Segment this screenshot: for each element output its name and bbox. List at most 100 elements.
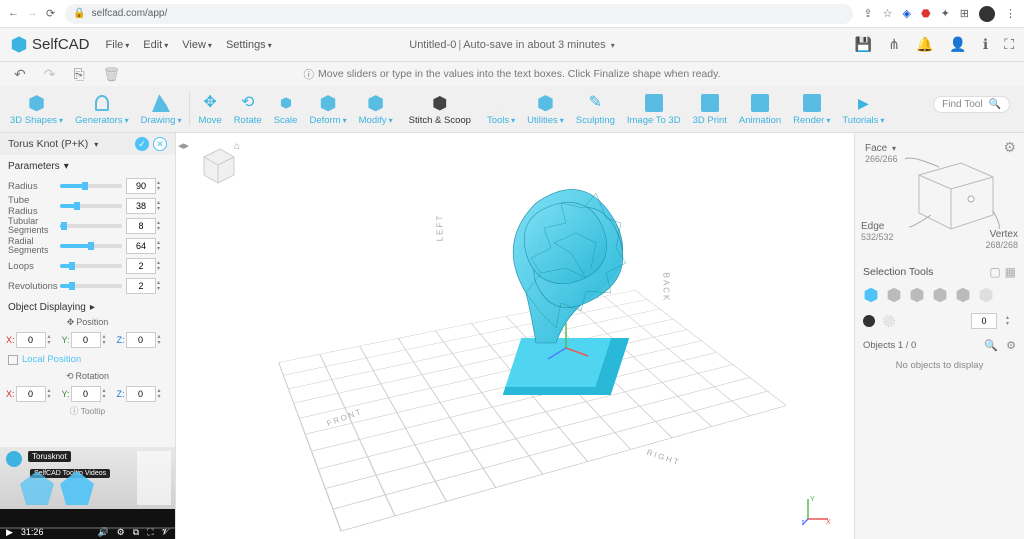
ribbon-modify[interactable]: Modify▾ (353, 90, 399, 128)
search-objects-icon[interactable]: 🔍 (984, 339, 998, 352)
view-cube-gizmo[interactable]: ⌂ (196, 143, 238, 185)
sel-mode-wire[interactable] (886, 287, 902, 303)
url-bar[interactable]: 🔒 selfcad.com/app/ (65, 4, 853, 24)
ext-icon-2[interactable]: ⬣ (921, 7, 931, 20)
radseg-input[interactable] (126, 238, 156, 254)
radius-input[interactable] (126, 178, 156, 194)
radseg-slider[interactable] (60, 244, 122, 248)
sel-mode-edge[interactable] (932, 287, 948, 303)
ribbon-animation[interactable]: Animation (733, 90, 787, 128)
right-panel: ⚙ Face ▾266/266 Edge532/532 Vertex268/26… (854, 133, 1024, 539)
tubseg-input[interactable] (126, 218, 156, 234)
torus-knot-mesh[interactable] (466, 173, 666, 403)
reload-icon[interactable]: ⟳ (46, 7, 55, 20)
vertex-label[interactable]: Vertex268/268 (985, 229, 1018, 251)
back-icon[interactable]: ← (8, 7, 19, 20)
user-icon[interactable]: 👤 (949, 36, 966, 53)
radius-slider[interactable] (60, 184, 122, 188)
ribbon-sculpting[interactable]: ✎Sculpting (570, 90, 621, 128)
vimeo-icon[interactable]: 𝓥 (162, 527, 170, 538)
volume-icon[interactable]: 🔊 (97, 527, 108, 538)
rot-x-input[interactable] (16, 386, 46, 402)
ribbon-deform[interactable]: Deform▾ (303, 90, 352, 128)
ribbon-rotate[interactable]: ⟲Rotate (228, 90, 268, 128)
puzzle-icon[interactable]: ⊞ (960, 7, 969, 20)
save-icon[interactable]: 💾 (855, 36, 872, 53)
ribbon-move[interactable]: ✥Move (192, 90, 227, 128)
brand-logo[interactable]: SelfCAD (10, 36, 90, 54)
profile-avatar[interactable] (979, 6, 995, 22)
ribbon-render[interactable]: Render▾ (787, 90, 836, 128)
menu-view[interactable]: View▾ (182, 39, 212, 51)
ribbon-stitch-scoop[interactable]: Stitch & Scoop (403, 90, 477, 128)
home-icon[interactable]: ⌂ (234, 141, 240, 152)
menu-icon[interactable]: ⋮ (1005, 7, 1016, 20)
undo-icon[interactable]: ↶ (14, 66, 26, 83)
panel-drag-handle[interactable]: ◂▸ (178, 139, 189, 152)
tube-input[interactable] (126, 198, 156, 214)
help-icon[interactable]: ℹ (983, 36, 988, 53)
redo-icon[interactable]: ↷ (44, 66, 56, 83)
ext-icon[interactable]: ◈ (902, 7, 910, 20)
menu-settings[interactable]: Settings▾ (226, 39, 272, 51)
color-black[interactable] (863, 315, 875, 327)
axis-gizmo[interactable]: Y X Z (802, 495, 832, 525)
delete-icon[interactable]: 🗑 (103, 66, 121, 83)
parameters-header[interactable]: Parameters ▾ (0, 155, 175, 176)
share-icon[interactable]: ⋔ (888, 36, 900, 53)
ribbon-tutorials[interactable]: ▶Tutorials▾ (836, 90, 890, 128)
pos-x-input[interactable] (16, 332, 46, 348)
ribbon-drawing[interactable]: Drawing▾ (135, 90, 188, 128)
settings-icon[interactable]: ⚙ (117, 527, 125, 538)
confirm-icon[interactable]: ✓ (135, 137, 149, 151)
menu-edit[interactable]: Edit▾ (143, 39, 168, 51)
bookmark-icon[interactable]: ☆ (883, 7, 893, 20)
fullscreen-icon[interactable]: ⛶ (1004, 36, 1014, 53)
selection-cube-icon[interactable] (901, 155, 1001, 235)
forward-icon[interactable]: → (27, 7, 38, 20)
ribbon-3d-shapes[interactable]: 3D Shapes▾ (4, 90, 69, 128)
object-displaying-header[interactable]: Object Displaying ▸ (0, 296, 175, 315)
extensions-icon[interactable]: ✦ (941, 7, 950, 20)
tube-slider[interactable] (60, 204, 122, 208)
edge-label[interactable]: Edge532/532 (861, 221, 894, 243)
play-icon[interactable]: ▶ (6, 527, 13, 538)
color-pattern[interactable] (883, 315, 895, 327)
sel-mode-face[interactable] (909, 287, 925, 303)
ribbon-tools[interactable]: Tools▾ (481, 90, 521, 128)
face-label[interactable]: Face ▾266/266 (865, 143, 898, 165)
sel-mode-solid[interactable] (863, 287, 879, 303)
ribbon-image-to-3d[interactable]: Image To 3D (621, 90, 687, 128)
ribbon-scale[interactable]: Scale (268, 90, 304, 128)
pip-icon[interactable]: ⧉ (133, 527, 139, 538)
opacity-input[interactable] (971, 313, 997, 329)
copy-icon[interactable]: ⎘ (73, 66, 84, 83)
pos-y-input[interactable] (71, 332, 101, 348)
rev-input[interactable] (126, 278, 156, 294)
panel-settings-icon[interactable]: ⚙ (1003, 139, 1016, 156)
menu-file[interactable]: File▾ (106, 39, 130, 51)
objects-settings-icon[interactable]: ⚙ (1006, 339, 1016, 352)
loops-slider[interactable] (60, 264, 122, 268)
tutorial-video[interactable]: Torusknot SelfCAD Tooltip Videos ▶ 31:26… (0, 447, 175, 539)
ribbon-3d-print[interactable]: 3D Print (687, 90, 733, 128)
rev-slider[interactable] (60, 284, 122, 288)
sel-mode-vertex[interactable] (955, 287, 971, 303)
3d-viewport[interactable]: ◂▸ ⌂ LEFT BACK FRONT RIGHT (176, 133, 854, 539)
tubseg-slider[interactable] (60, 224, 122, 228)
share-icon[interactable]: ⇪ (863, 7, 872, 20)
ribbon-utilities[interactable]: Utilities▾ (521, 90, 570, 128)
cancel-icon[interactable]: ✕ (153, 137, 167, 151)
loops-input[interactable] (126, 258, 156, 274)
sel-tool-icon-1[interactable]: ▢ (989, 265, 1000, 279)
pos-z-input[interactable] (126, 332, 156, 348)
rot-y-input[interactable] (71, 386, 101, 402)
ribbon-generators[interactable]: Generators▾ (69, 90, 135, 128)
rot-z-input[interactable] (126, 386, 156, 402)
find-tool-input[interactable]: Find Tool🔍 (933, 96, 1010, 113)
sel-tool-icon-2[interactable]: ▦ (1005, 265, 1016, 279)
bell-icon[interactable]: 🔔 (916, 36, 933, 53)
local-position-checkbox[interactable]: Local Position (0, 350, 175, 369)
sel-mode-poly[interactable] (978, 287, 994, 303)
fullscreen-video-icon[interactable]: ⛶ (147, 527, 153, 538)
